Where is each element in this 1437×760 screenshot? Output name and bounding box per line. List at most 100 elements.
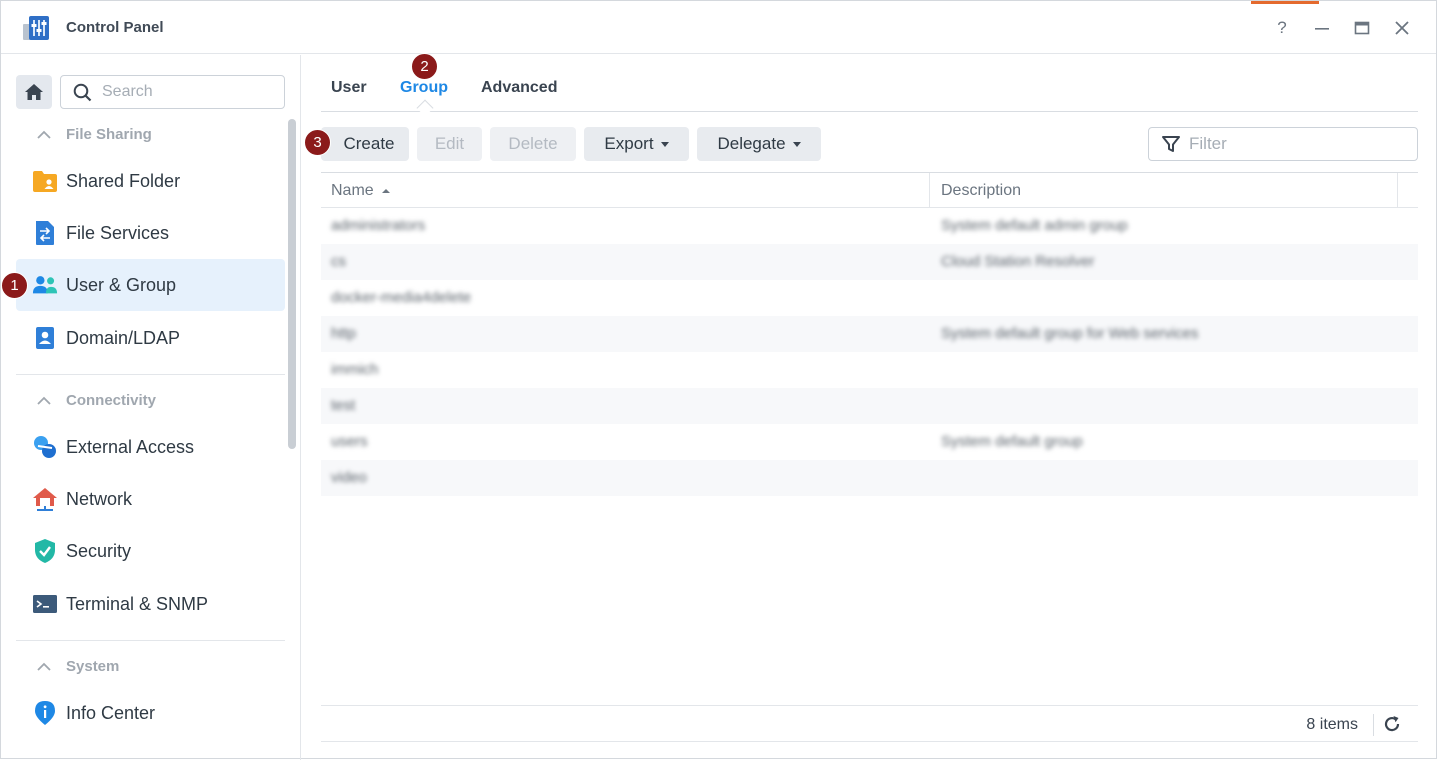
- sidebar-item-shared-folder[interactable]: Shared Folder: [16, 155, 285, 207]
- tab-group[interactable]: Group: [400, 79, 448, 97]
- cell-name: http: [331, 325, 357, 342]
- sidebar-divider: [16, 640, 285, 641]
- domain-ldap-icon: [32, 325, 58, 351]
- sidebar-divider: [16, 374, 285, 375]
- section-label: System: [66, 658, 120, 675]
- column-header-name[interactable]: Name: [331, 182, 391, 200]
- table-row[interactable]: docker-media4delete: [321, 280, 1418, 316]
- sidebar-item-external-access[interactable]: External Access: [16, 421, 285, 473]
- control-panel-window: Control Panel ? File Sharing Shared Fold…: [0, 0, 1437, 760]
- column-header-description[interactable]: Description: [941, 182, 1021, 200]
- cell-name: video: [331, 469, 367, 486]
- table-body: administrators System default admin group…: [321, 208, 1418, 496]
- export-dropdown[interactable]: Export: [584, 127, 689, 161]
- delegate-label: Delegate: [717, 134, 786, 153]
- sidebar-item-file-services[interactable]: File Services: [16, 207, 285, 259]
- item-count: 8 items: [1306, 716, 1358, 733]
- table-footer: 8 items: [321, 705, 1418, 742]
- help-button[interactable]: ?: [1271, 17, 1293, 39]
- home-button[interactable]: [16, 75, 52, 109]
- search-input[interactable]: [102, 83, 262, 101]
- table-row[interactable]: test: [321, 388, 1418, 424]
- sidebar-scrollbar[interactable]: [288, 119, 296, 449]
- info-center-icon: [32, 700, 58, 726]
- sidebar-search[interactable]: [60, 75, 285, 109]
- section-label: Connectivity: [66, 392, 157, 409]
- terminal-icon: [32, 591, 58, 617]
- table-row[interactable]: cs Cloud Station Resolver: [321, 244, 1418, 280]
- control-panel-app-icon: [23, 16, 49, 40]
- network-icon: [32, 486, 58, 512]
- annotation-badge-2: 2: [411, 53, 438, 80]
- cell-name: test: [331, 397, 356, 414]
- create-button[interactable]: Create: [321, 127, 409, 161]
- home-icon: [25, 84, 43, 100]
- filter-icon: [1162, 136, 1180, 152]
- section-connectivity[interactable]: Connectivity: [37, 392, 156, 409]
- cell-description: System default admin group: [941, 217, 1128, 234]
- file-services-icon: [32, 220, 58, 246]
- sidebar-item-terminal-snmp[interactable]: Terminal & SNMP: [16, 578, 285, 630]
- minimize-button[interactable]: [1311, 17, 1333, 39]
- sidebar-item-label: Shared Folder: [66, 170, 181, 191]
- shield-icon: [32, 538, 58, 564]
- sidebar-item-domain-ldap[interactable]: Domain/LDAP: [16, 312, 285, 364]
- sidebar-item-label: Network: [66, 488, 133, 509]
- sidebar-item-user-group[interactable]: User & Group: [16, 259, 285, 311]
- caret-down-icon: [660, 141, 669, 147]
- tab-user[interactable]: User: [331, 79, 367, 97]
- table-header: Name Description: [321, 172, 1418, 208]
- maximize-button[interactable]: [1351, 17, 1373, 39]
- column-separator[interactable]: [1397, 173, 1398, 208]
- delete-button[interactable]: Delete: [490, 127, 576, 161]
- section-file-sharing[interactable]: File Sharing: [37, 126, 152, 143]
- cell-description: System default group for Web services: [941, 325, 1199, 342]
- group-table: Name Description administrators System de…: [321, 172, 1418, 496]
- column-separator[interactable]: [929, 173, 930, 208]
- edit-button[interactable]: Edit: [417, 127, 482, 161]
- create-label: Create: [343, 134, 395, 153]
- caret-down-icon: [792, 141, 801, 147]
- sidebar-item-info-center[interactable]: Info Center: [16, 687, 285, 739]
- search-icon: [73, 83, 92, 101]
- shared-folder-icon: [32, 168, 58, 194]
- cell-name: cs: [331, 253, 346, 270]
- cell-name: administrators: [331, 217, 426, 234]
- title-bar: Control Panel ?: [1, 1, 1436, 54]
- annotation-badge-3: 3: [304, 129, 331, 156]
- chevron-up-icon: [37, 662, 51, 671]
- refresh-icon[interactable]: [1382, 714, 1402, 734]
- tab-advanced[interactable]: Advanced: [481, 79, 557, 97]
- filter-box[interactable]: [1148, 127, 1418, 161]
- section-system[interactable]: System: [37, 658, 119, 675]
- close-button[interactable]: [1391, 17, 1413, 39]
- sidebar-item-label: File Services: [66, 222, 170, 243]
- table-row[interactable]: administrators System default admin group: [321, 208, 1418, 244]
- table-row[interactable]: users System default group: [321, 424, 1418, 460]
- user-group-icon: [32, 272, 58, 298]
- sort-ascending-icon: [382, 188, 391, 193]
- delegate-dropdown[interactable]: Delegate: [697, 127, 821, 161]
- cell-name: docker-media4delete: [331, 289, 472, 306]
- table-row[interactable]: video: [321, 460, 1418, 496]
- chevron-up-icon: [37, 130, 51, 139]
- minimize-icon: [1315, 28, 1329, 30]
- table-row[interactable]: immich: [321, 352, 1418, 388]
- annotation-badge-1: 1: [1, 272, 28, 299]
- window-title: Control Panel: [66, 19, 164, 36]
- sidebar-item-network[interactable]: Network: [16, 473, 285, 525]
- section-label: File Sharing: [66, 126, 152, 143]
- close-icon: [1395, 21, 1409, 35]
- sidebar-item-label: Domain/LDAP: [66, 327, 181, 348]
- column-label: Name: [331, 182, 374, 199]
- footer-divider: [1373, 714, 1374, 736]
- tab-bar: User Group Advanced: [321, 55, 1418, 112]
- sidebar-item-label: Security: [66, 540, 132, 561]
- sidebar-item-label: Info Center: [66, 702, 156, 723]
- sidebar-item-label: Terminal & SNMP: [66, 593, 209, 614]
- cell-name: users: [331, 433, 368, 450]
- filter-input[interactable]: [1189, 134, 1389, 154]
- table-row[interactable]: http System default group for Web service…: [321, 316, 1418, 352]
- sidebar-item-security[interactable]: Security: [16, 525, 285, 577]
- cell-name: immich: [331, 361, 379, 378]
